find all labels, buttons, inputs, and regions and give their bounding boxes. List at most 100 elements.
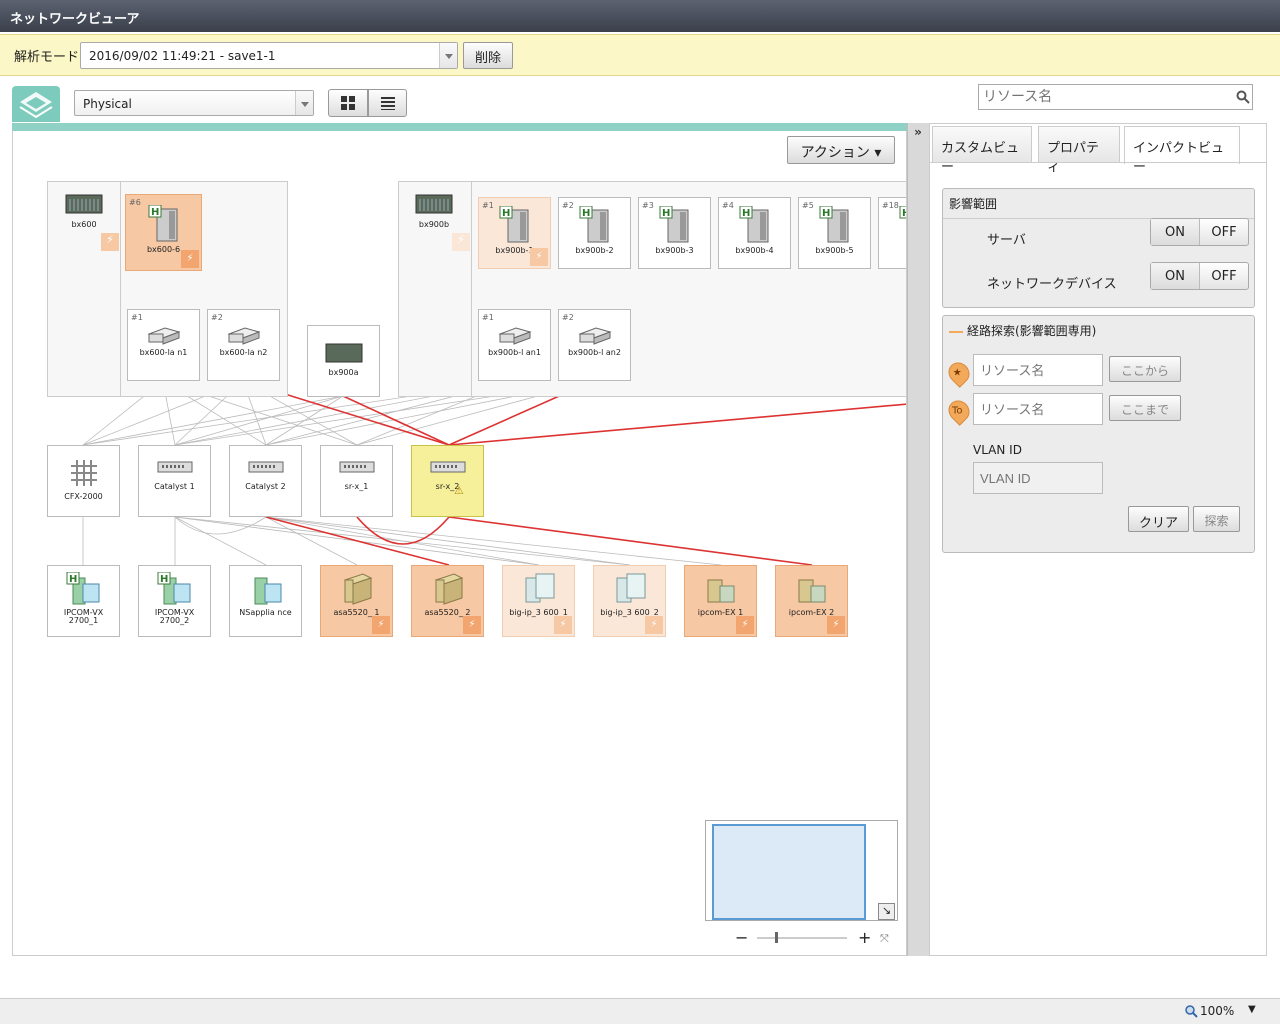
- chevron-down-icon[interactable]: ▼: [1248, 1004, 1256, 1015]
- device-label: IPCOM-VX 2700_2: [154, 608, 195, 625]
- server-node[interactable]: #5 Hbx900b-5: [798, 197, 871, 269]
- device-label: Catalyst 2: [245, 482, 286, 491]
- view-type-value: Physical: [83, 97, 132, 111]
- list-icon: [380, 97, 395, 110]
- lightning-icon: ⚡: [554, 616, 572, 634]
- tab-impact-view[interactable]: インパクトビュー: [1124, 126, 1240, 175]
- device-label: bx900b: [418, 220, 450, 229]
- server-node[interactable]: #1 Hbx900b-1 ⚡: [478, 197, 551, 269]
- route-to-input[interactable]: [973, 393, 1103, 425]
- server-node[interactable]: #6 Hbx600-6 ⚡: [125, 194, 202, 271]
- switch-node[interactable]: Catalyst 2: [229, 445, 302, 517]
- server-node[interactable]: #4 Hbx900b-4: [718, 197, 791, 269]
- network-on-button[interactable]: ON: [1151, 263, 1200, 289]
- tab-properties[interactable]: プロパティ: [1038, 126, 1120, 175]
- appliance-node[interactable]: ipcom-EX 1 ⚡: [684, 565, 757, 637]
- search-button[interactable]: 探索: [1193, 506, 1240, 532]
- topology-canvas[interactable]: bx600 ⚡ bx900b ⚡ #6 Hbx600-6 ⚡ #1 bx600-la n…: [12, 131, 907, 956]
- zoom-icon: [1185, 1005, 1198, 1018]
- appliance-node[interactable]: NSapplia nce: [229, 565, 302, 637]
- tab-custom-view[interactable]: カスタムビュー: [932, 126, 1032, 175]
- status-bar: 100% ▼: [0, 998, 1280, 1024]
- zoom-slider[interactable]: [757, 937, 847, 939]
- switch-blade-icon: [146, 327, 181, 345]
- delete-button[interactable]: 削除: [463, 42, 513, 69]
- server-off-button[interactable]: OFF: [1200, 219, 1248, 245]
- resource-search-input[interactable]: [979, 85, 1219, 109]
- lan-switch-node[interactable]: #1 bx900b-l an1: [478, 309, 551, 381]
- switch-icon: [430, 461, 465, 473]
- appliance-node[interactable]: asa5520_ 2 ⚡: [411, 565, 484, 637]
- panel-splitter[interactable]: [907, 123, 929, 956]
- switch-node[interactable]: CFX-2000: [47, 445, 120, 517]
- svg-text:H: H: [160, 574, 168, 585]
- device-label: Catalyst 1: [154, 482, 195, 491]
- right-panel: カスタムビュー プロパティ インパクトビュー 影響範囲 サーバ ON OFF ネ…: [929, 123, 1267, 956]
- switch-node[interactable]: sr-x_2 ⚠: [411, 445, 484, 517]
- grid-view-button[interactable]: [328, 89, 368, 117]
- server-toggle[interactable]: ON OFF: [1150, 218, 1249, 246]
- network-view-logo-icon: [12, 86, 60, 122]
- chevron-down-icon[interactable]: [295, 91, 313, 115]
- server-node[interactable]: #18Hbx: [878, 197, 906, 269]
- appliance-node[interactable]: asa5520_ 1 ⚡: [320, 565, 393, 637]
- switch-icon: [248, 461, 283, 473]
- device-label: bx900a: [328, 368, 359, 377]
- switch-node[interactable]: Catalyst 1: [138, 445, 211, 517]
- minimap-viewport[interactable]: [712, 824, 866, 920]
- chevron-down-icon[interactable]: [439, 43, 457, 68]
- lightning-icon: ⚡: [372, 616, 390, 634]
- device-label: bx600: [71, 220, 97, 229]
- slot-number: #2: [562, 201, 574, 210]
- device-label: NSapplia nce: [239, 608, 292, 617]
- svg-text:H: H: [502, 208, 510, 219]
- svg-text:H: H: [582, 208, 590, 219]
- appliance-node[interactable]: H IPCOM-VX 2700_1: [47, 565, 120, 637]
- fit-screen-icon[interactable]: ⤧: [880, 932, 894, 946]
- view-type-select[interactable]: Physical: [74, 90, 314, 116]
- double-chevron-right-icon[interactable]: »: [909, 125, 927, 141]
- slot-number: #2: [211, 313, 223, 322]
- zoom-out-icon[interactable]: −: [735, 930, 749, 946]
- to-here-button[interactable]: ここまで: [1109, 395, 1181, 421]
- appliance-node[interactable]: big-ip_3 600_2 ⚡: [593, 565, 666, 637]
- action-button[interactable]: アクション ▾: [787, 136, 895, 164]
- server-on-button[interactable]: ON: [1151, 219, 1200, 245]
- network-off-button[interactable]: OFF: [1200, 263, 1248, 289]
- route-from-input[interactable]: [973, 354, 1103, 386]
- slot-number: #5: [802, 201, 814, 210]
- search-icon[interactable]: [1236, 90, 1250, 104]
- appliance-node[interactable]: ipcom-EX 2 ⚡: [775, 565, 848, 637]
- collapse-icon[interactable]: [949, 330, 963, 333]
- lan-switch-node[interactable]: #2 bx900b-l an2: [558, 309, 631, 381]
- svg-text:H: H: [742, 208, 750, 219]
- lan-switch-node[interactable]: #2 bx600-la n2: [207, 309, 280, 381]
- chassis-node[interactable]: bx900a: [307, 325, 380, 397]
- zoom-slider-handle[interactable]: [775, 932, 778, 943]
- server-node[interactable]: #2 Hbx900b-2: [558, 197, 631, 269]
- svg-text:H: H: [822, 208, 830, 219]
- minimap[interactable]: ↘: [705, 820, 898, 921]
- appliance-node[interactable]: big-ip_3 600_1 ⚡: [502, 565, 575, 637]
- switch-icon: [339, 461, 374, 473]
- snapshot-select-value: 2016/09/02 11:49:21 - save1-1: [89, 49, 276, 63]
- switch-node[interactable]: sr-x_1: [320, 445, 393, 517]
- server-node[interactable]: #3 Hbx900b-3: [638, 197, 711, 269]
- lan-switch-node[interactable]: #1 bx600-la n1: [127, 309, 200, 381]
- vlan-id-label: VLAN ID: [973, 443, 1022, 457]
- vlan-id-input[interactable]: [973, 462, 1103, 494]
- server-icon: H: [899, 205, 906, 219]
- from-here-button[interactable]: ここから: [1109, 356, 1181, 382]
- device-label: bx900b-5: [815, 246, 854, 255]
- zoom-in-icon[interactable]: +: [858, 930, 872, 946]
- appliance-node[interactable]: H IPCOM-VX 2700_2: [138, 565, 211, 637]
- network-device-toggle[interactable]: ON OFF: [1150, 262, 1249, 290]
- clear-button[interactable]: クリア: [1128, 506, 1189, 532]
- list-view-button[interactable]: [368, 89, 407, 117]
- snapshot-select[interactable]: 2016/09/02 11:49:21 - save1-1: [80, 42, 458, 69]
- resource-search[interactable]: [978, 84, 1253, 110]
- device-label: bx900b-3: [655, 246, 694, 255]
- arrow-down-right-icon[interactable]: ↘: [878, 903, 895, 920]
- device-label: sr-x_1: [344, 482, 369, 491]
- server-icon: H: [148, 204, 177, 242]
